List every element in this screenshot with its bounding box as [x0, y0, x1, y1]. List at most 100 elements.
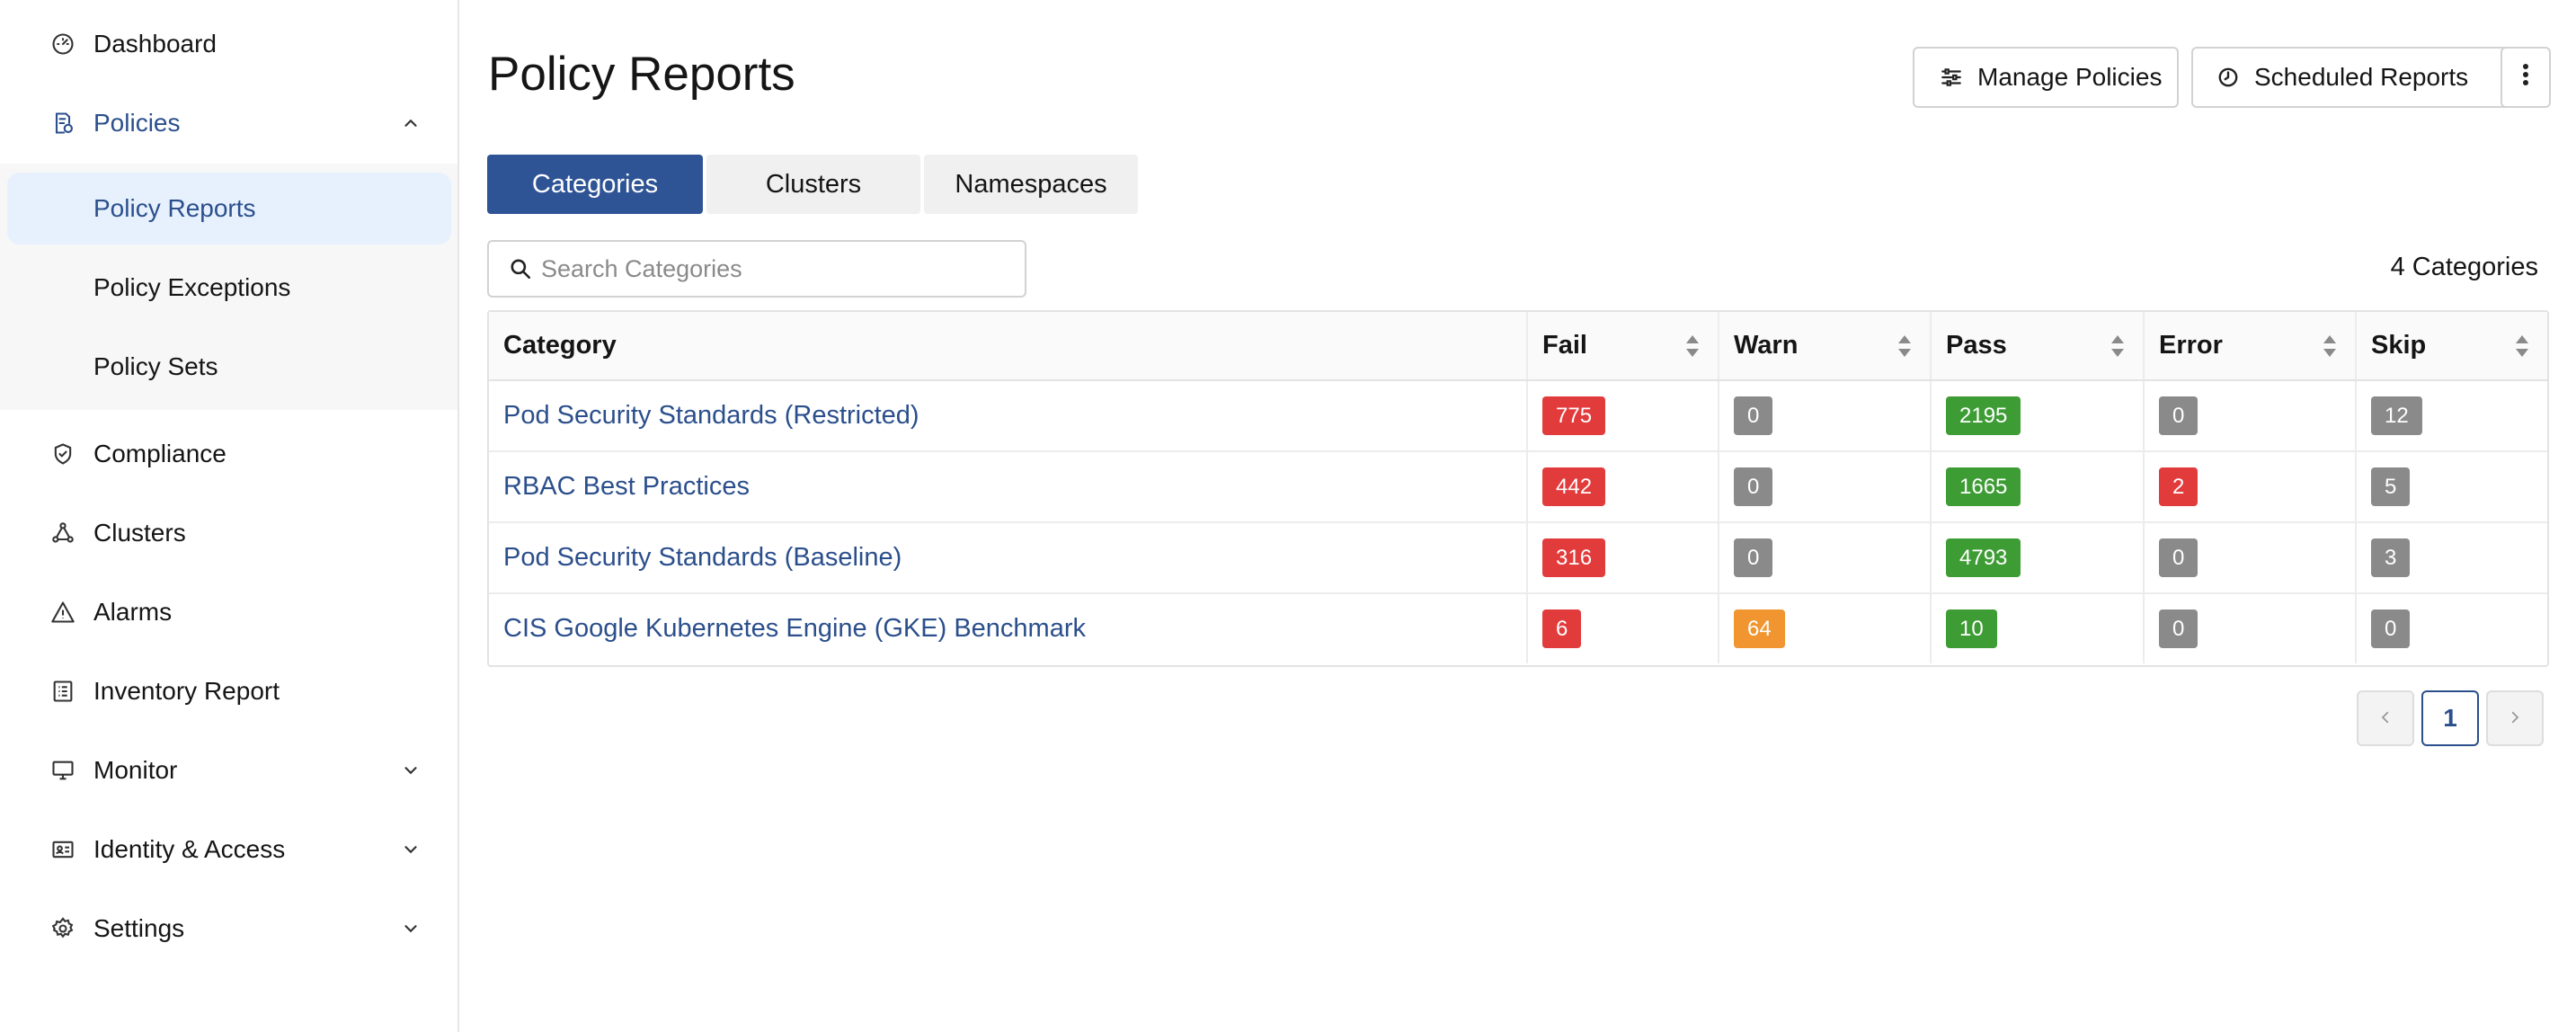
sidebar-item-clusters[interactable]: Clusters [0, 497, 457, 569]
skip-count-badge: 5 [2371, 467, 2411, 506]
policy-document-icon [49, 109, 77, 138]
sidebar-item-inventory-report[interactable]: Inventory Report [0, 655, 457, 727]
gear-icon [49, 914, 77, 943]
skip-count-badge: 12 [2371, 396, 2422, 435]
table-header: Category Fail Warn Pass Error Skip [489, 312, 2547, 381]
chevron-right-icon [2507, 709, 2523, 728]
search-icon [507, 255, 534, 282]
error-count-badge: 0 [2159, 538, 2198, 577]
sidebar-item-label: Policy Sets [93, 352, 218, 380]
list-report-icon [49, 677, 77, 706]
error-count-badge: 0 [2159, 609, 2198, 648]
search-box [487, 240, 1026, 298]
page-title: Policy Reports [488, 48, 795, 101]
chevron-left-icon [2377, 709, 2394, 728]
policies-submenu: Policy Reports Policy Exceptions Policy … [0, 164, 457, 410]
column-header-pass[interactable]: Pass [1932, 312, 2145, 379]
table-row: Pod Security Standards (Restricted) 775 … [489, 381, 2547, 452]
sidebar-item-alarms[interactable]: Alarms [0, 576, 457, 648]
sidebar: Dashboard Policies Policy Reports Policy… [0, 0, 459, 1032]
warning-triangle-icon [49, 598, 77, 627]
sidebar-item-monitor[interactable]: Monitor [0, 734, 457, 806]
sidebar-item-identity-access[interactable]: Identity & Access [0, 814, 457, 885]
error-count-badge: 2 [2159, 467, 2198, 506]
monitor-icon [49, 756, 77, 785]
kebab-menu-icon [2521, 62, 2530, 93]
manage-policies-label: Manage Policies [1977, 63, 2163, 91]
sidebar-item-label: Policies [93, 109, 181, 137]
column-header-category[interactable]: Category [489, 312, 1528, 379]
table-row: Pod Security Standards (Baseline) 316 0 … [489, 523, 2547, 594]
sidebar-item-compliance[interactable]: Compliance [0, 418, 457, 490]
previous-page-button[interactable] [2357, 690, 2414, 746]
fail-count-badge: 775 [1542, 396, 1606, 435]
tab-categories[interactable]: Categories [487, 155, 703, 214]
view-tabs: Categories Clusters Namespaces [487, 155, 1141, 214]
category-link[interactable]: CIS Google Kubernetes Engine (GKE) Bench… [503, 614, 1086, 644]
pass-count-badge: 4793 [1946, 538, 2021, 577]
next-page-button[interactable] [2486, 690, 2544, 746]
sort-icon [1898, 334, 1911, 357]
shield-check-icon [49, 440, 77, 468]
skip-count-badge: 3 [2371, 538, 2411, 577]
column-header-error[interactable]: Error [2145, 312, 2357, 379]
fail-count-badge: 442 [1542, 467, 1606, 506]
warn-count-badge: 64 [1734, 609, 1785, 648]
sidebar-item-label: Compliance [93, 440, 227, 467]
chevron-down-icon [398, 758, 423, 783]
tab-namespaces[interactable]: Namespaces [924, 155, 1138, 214]
more-options-button[interactable] [2500, 47, 2551, 108]
table-row: CIS Google Kubernetes Engine (GKE) Bench… [489, 594, 2547, 665]
sidebar-item-settings[interactable]: Settings [0, 893, 457, 965]
sidebar-item-policy-sets[interactable]: Policy Sets [7, 331, 451, 403]
scheduled-reports-button[interactable]: Scheduled Reports [2191, 47, 2533, 108]
error-count-badge: 0 [2159, 396, 2198, 435]
scheduled-reports-label: Scheduled Reports [2254, 63, 2469, 91]
gauge-icon [49, 30, 77, 58]
manage-policies-button[interactable]: Manage Policies [1913, 47, 2179, 108]
clock-icon [2215, 64, 2242, 91]
sidebar-item-label: Alarms [93, 598, 173, 626]
pass-count-badge: 1665 [1946, 467, 2021, 506]
sort-icon [1686, 334, 1699, 357]
pass-count-badge: 10 [1946, 609, 1997, 648]
category-count: 4 Categories [2390, 253, 2538, 281]
category-link[interactable]: Pod Security Standards (Baseline) [503, 543, 902, 573]
sidebar-item-label: Identity & Access [93, 835, 286, 863]
category-link[interactable]: Pod Security Standards (Restricted) [503, 401, 919, 431]
search-input[interactable] [541, 249, 1008, 289]
column-header-warn[interactable]: Warn [1719, 312, 1932, 379]
cluster-nodes-icon [49, 519, 77, 547]
sidebar-item-dashboard[interactable]: Dashboard [0, 8, 457, 80]
sidebar-item-label: Inventory Report [93, 677, 280, 705]
id-card-icon [49, 835, 77, 864]
sliders-icon [1938, 64, 1965, 91]
sidebar-item-label: Settings [93, 914, 185, 942]
table-row: RBAC Best Practices 442 0 1665 2 5 [489, 452, 2547, 523]
fail-count-badge: 6 [1542, 609, 1582, 648]
tab-clusters[interactable]: Clusters [706, 155, 920, 214]
sidebar-item-policy-reports[interactable]: Policy Reports [7, 173, 451, 245]
sidebar-item-policy-exceptions[interactable]: Policy Exceptions [7, 252, 451, 324]
sort-icon [2516, 334, 2528, 357]
sidebar-item-label: Clusters [93, 519, 186, 547]
column-header-fail[interactable]: Fail [1528, 312, 1719, 379]
page-number-button[interactable]: 1 [2421, 690, 2479, 746]
column-header-skip[interactable]: Skip [2357, 312, 2547, 379]
sidebar-item-label: Dashboard [93, 30, 217, 58]
sidebar-item-label: Policy Exceptions [93, 273, 291, 301]
chevron-down-icon [398, 916, 423, 941]
sort-icon [2323, 334, 2336, 357]
sidebar-item-label: Policy Reports [93, 194, 256, 222]
sort-icon [2111, 334, 2124, 357]
category-link[interactable]: RBAC Best Practices [503, 472, 750, 502]
warn-count-badge: 0 [1734, 467, 1773, 506]
sidebar-item-policies[interactable]: Policies [0, 87, 457, 159]
pass-count-badge: 2195 [1946, 396, 2021, 435]
categories-table: Category Fail Warn Pass Error Skip Pod S… [487, 310, 2549, 667]
chevron-down-icon [398, 837, 423, 862]
warn-count-badge: 0 [1734, 396, 1773, 435]
chevron-up-icon [398, 111, 423, 136]
fail-count-badge: 316 [1542, 538, 1606, 577]
warn-count-badge: 0 [1734, 538, 1773, 577]
